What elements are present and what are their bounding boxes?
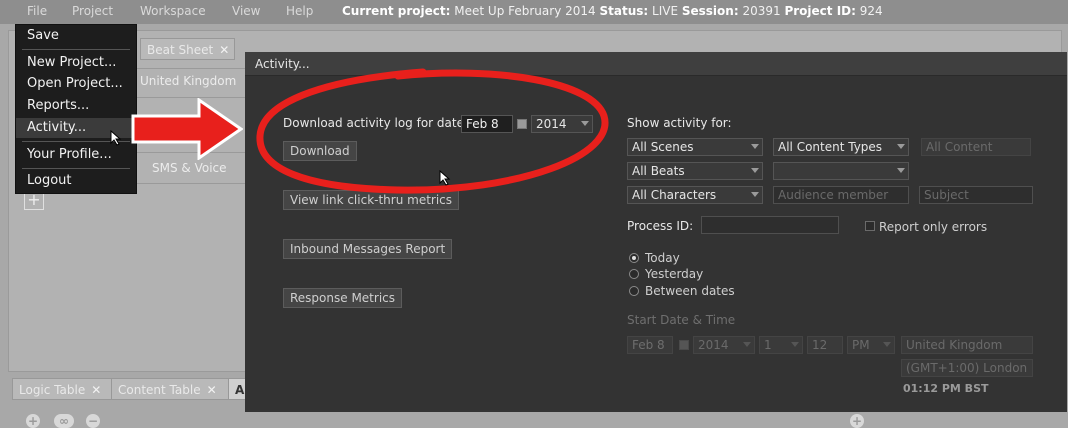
tab-content-table-label: Content Table	[118, 383, 201, 397]
radio-between-dates-label: Between dates	[645, 284, 735, 298]
content-types-select[interactable]: All Content Types	[773, 138, 909, 156]
beats-value: All Beats	[632, 164, 685, 178]
menu-item-your-profile[interactable]: Your Profile...	[16, 145, 136, 165]
radio-between-dates[interactable]	[629, 286, 639, 296]
menu-item-open-project[interactable]: Open Project...	[16, 74, 136, 94]
region-label: United Kingdom	[140, 74, 237, 88]
close-icon[interactable]: ✕	[219, 43, 229, 57]
red-arrow-annotation	[131, 98, 243, 160]
link-icon[interactable]: ∞	[54, 414, 74, 428]
subject-input[interactable]: Subject	[919, 186, 1033, 204]
menu-item-logout[interactable]: Logout	[16, 171, 136, 191]
chevron-down-icon	[897, 168, 905, 173]
content-value: All Content	[926, 140, 993, 154]
project-status-line: Current project: Meet Up February 2014 S…	[342, 4, 883, 18]
status-label: Status:	[599, 4, 649, 18]
mouse-cursor-icon	[110, 130, 122, 146]
chevron-down-icon	[897, 144, 905, 149]
sms-voice-label: SMS & Voice	[152, 161, 227, 175]
current-project-label: Current project:	[342, 4, 451, 18]
menu-workspace[interactable]: Workspace	[140, 4, 206, 18]
start-time-readout: 01:12 PM BST	[903, 382, 989, 395]
add-circle-icon[interactable]: +	[850, 414, 864, 428]
remove-circle-icon[interactable]: −	[86, 414, 100, 428]
start-minute-stepper[interactable]: 12	[807, 336, 843, 354]
add-circle-icon[interactable]: +	[26, 414, 40, 428]
session-label: Session:	[681, 4, 739, 18]
chevron-down-icon	[791, 342, 799, 347]
mouse-cursor-icon	[439, 170, 451, 186]
project-id-value: 924	[859, 4, 883, 18]
menu-project[interactable]: Project	[72, 4, 113, 18]
start-year-select[interactable]: 2014	[693, 336, 755, 354]
start-date-value: Feb 8	[632, 338, 665, 352]
close-icon[interactable]: ✕	[207, 383, 217, 397]
start-minute-value: 12	[812, 338, 828, 352]
start-hour-select[interactable]: 1	[759, 336, 803, 354]
inbound-messages-report-button[interactable]: Inbound Messages Report	[283, 239, 453, 259]
radio-yesterday[interactable]	[629, 269, 639, 279]
audience-member-input[interactable]: Audience member	[773, 186, 909, 204]
current-project-value: Meet Up February 2014	[454, 4, 596, 18]
start-timezone-value: (GMT+1:00) London	[906, 361, 1028, 375]
start-region-value: United Kingdom	[906, 338, 1003, 352]
circle-stroke	[256, 68, 609, 194]
process-id-label: Process ID:	[627, 219, 694, 233]
menu-separator	[22, 168, 130, 169]
menu-help[interactable]: Help	[286, 4, 313, 18]
chevron-down-icon	[751, 144, 759, 149]
menu-file[interactable]: File	[27, 4, 47, 18]
response-metrics-button[interactable]: Response Metrics	[283, 288, 403, 308]
scenes-value: All Scenes	[632, 140, 694, 154]
arrow-shape	[131, 98, 243, 160]
menu-item-new-project[interactable]: New Project...	[16, 53, 136, 73]
start-ampm-select[interactable]: PM	[847, 336, 895, 354]
report-errors-label: Report only errors	[879, 220, 988, 234]
content-select[interactable]: All Content	[921, 138, 1031, 156]
region-bar: United Kingdom	[135, 68, 247, 98]
close-icon[interactable]: ✕	[91, 383, 101, 397]
red-circle-annotation	[256, 68, 609, 194]
show-activity-label: Show activity for:	[627, 116, 732, 130]
menu-view[interactable]: View	[232, 4, 260, 18]
project-id-label: Project ID:	[784, 4, 856, 18]
chevron-down-icon	[743, 342, 751, 347]
beats-select[interactable]: All Beats	[627, 162, 763, 180]
sub-beats-select[interactable]	[773, 162, 909, 180]
calendar-icon[interactable]	[679, 340, 689, 350]
chevron-down-icon	[751, 192, 759, 197]
start-hour-value: 1	[764, 338, 772, 352]
menu-separator	[22, 49, 130, 50]
tab-beat-sheet[interactable]: Beat Sheet ✕	[140, 38, 235, 60]
tab-content-table[interactable]: Content Table ✕	[111, 378, 229, 400]
scenes-select[interactable]: All Scenes	[627, 138, 763, 156]
start-year-value: 2014	[698, 338, 729, 352]
menu-bar: File Project Workspace View Help Current…	[0, 0, 1068, 24]
tab-logic-table[interactable]: Logic Table ✕	[12, 378, 112, 400]
menu-item-save[interactable]: Save	[16, 26, 136, 46]
start-region-select[interactable]: United Kingdom	[901, 336, 1033, 354]
radio-today[interactable]	[629, 253, 639, 263]
start-timezone-select[interactable]: (GMT+1:00) London	[901, 359, 1033, 377]
characters-select[interactable]: All Characters	[627, 186, 763, 204]
start-date-field[interactable]: Feb 8	[627, 336, 673, 354]
tab-logic-table-label: Logic Table	[19, 383, 86, 397]
start-datetime-label: Start Date & Time	[627, 313, 736, 327]
session-value: 20391	[742, 4, 781, 18]
chevron-down-icon	[883, 342, 891, 347]
status-value: LIVE	[652, 4, 679, 18]
characters-value: All Characters	[632, 188, 717, 202]
chevron-down-icon	[751, 168, 759, 173]
radio-yesterday-label: Yesterday	[645, 267, 704, 281]
project-menu: Save New Project... Open Project... Repo…	[15, 24, 137, 194]
content-types-value: All Content Types	[778, 140, 883, 154]
radio-today-label: Today	[645, 251, 680, 265]
menu-item-reports[interactable]: Reports...	[16, 96, 136, 116]
report-errors-checkbox[interactable]	[865, 221, 875, 231]
start-ampm-value: PM	[852, 338, 870, 352]
tab-beat-sheet-label: Beat Sheet	[147, 43, 214, 57]
process-id-input[interactable]	[701, 216, 839, 234]
